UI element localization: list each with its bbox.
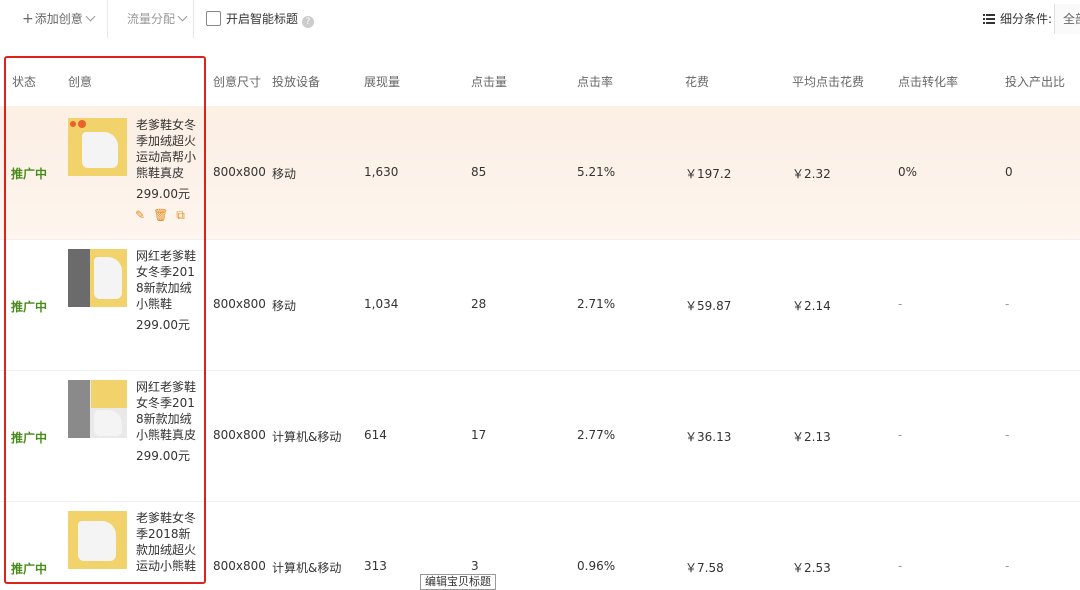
status-badge: 推广中 (11, 562, 48, 576)
preview-icon[interactable]: ⧉ (176, 208, 185, 223)
size-cell: 800x800 (213, 165, 266, 179)
smart-title-checkbox[interactable] (206, 11, 221, 26)
cvr-cell: - (898, 428, 903, 442)
header-device: 投放设备 (272, 75, 321, 89)
ctr-cell: 2.77% (577, 428, 616, 442)
ctr-cell: 0.96% (577, 559, 616, 573)
cvr-cell: - (898, 559, 903, 573)
avg-cpc-cell: ￥2.14 (792, 299, 831, 313)
cost-cell: ￥59.87 (685, 299, 732, 313)
header-cost[interactable]: 花费 (685, 73, 709, 90)
table-header: 状态 创意 创意尺寸 投放设备 展现量 点击量 点击率 花费 平均点击花费 点击… (0, 40, 1080, 106)
status-badge: 推广中 (11, 167, 48, 181)
clicks-cell: 17 (471, 428, 487, 442)
cvr-cell: - (898, 297, 903, 311)
roi-cell: - (1005, 428, 1010, 442)
creative-thumbnail[interactable] (68, 380, 127, 438)
device-cell: 移动 (272, 299, 297, 313)
avg-cpc-cell: ￥2.53 (792, 561, 831, 575)
smart-title-toggle[interactable]: 开启智能标题? (206, 10, 315, 28)
device-cell: 计算机&移动 (272, 430, 342, 444)
creative-thumbnail[interactable] (68, 249, 127, 307)
avg-cpc-cell: ￥2.32 (792, 167, 831, 181)
clicks-cell: 3 (471, 559, 479, 573)
creative-title[interactable]: 老爹鞋女冬季2018新款加绒超火运动小熊鞋 (136, 510, 202, 574)
plus-icon: + (22, 11, 34, 27)
table-row: 推广中 网红老爹鞋女冬季2018新款加绒小熊鞋 299.00元 800x800 … (0, 239, 1080, 371)
size-cell: 800x800 (213, 297, 266, 311)
delete-icon[interactable]: 🗑 (153, 208, 168, 222)
flow-allocation-dropdown[interactable]: 流量分配 (112, 0, 194, 38)
device-cell: 计算机&移动 (272, 561, 342, 575)
size-cell: 800x800 (213, 428, 266, 442)
creative-title[interactable]: 网红老爹鞋女冬季2018新款加绒小熊鞋真皮 (136, 379, 202, 443)
cost-cell: ￥36.13 (685, 430, 732, 444)
size-cell: 800x800 (213, 559, 266, 573)
ctr-cell: 2.71% (577, 297, 616, 311)
toolbar: +添加创意 流量分配 开启智能标题? 细分条件: 全部 (0, 0, 1080, 40)
header-avg-cpc[interactable]: 平均点击花费 (792, 73, 864, 90)
edit-icon[interactable]: ✎ (135, 208, 145, 222)
list-icon (983, 14, 995, 24)
roi-cell: - (1005, 559, 1010, 573)
table-row: 推广中 网红老爹鞋女冬季2018新款加绒小熊鞋真皮 299.00元 800x80… (0, 370, 1080, 502)
help-icon[interactable]: ? (302, 16, 315, 28)
impressions-cell: 1,630 (364, 165, 399, 179)
creative-price: 299.00元 (136, 318, 190, 332)
cost-cell: ￥197.2 (685, 167, 732, 181)
status-badge: 推广中 (11, 300, 48, 314)
chevron-down-icon (177, 11, 188, 22)
creative-actions: ✎ 🗑 ⧉ (135, 208, 193, 222)
header-size: 创意尺寸 (213, 75, 262, 89)
cvr-cell: 0% (898, 165, 918, 179)
chevron-down-icon (85, 11, 96, 22)
segment-select[interactable]: 全部 (1054, 4, 1080, 34)
roi-cell: - (1005, 297, 1010, 311)
impressions-cell: 313 (364, 559, 387, 573)
header-clicks[interactable]: 点击量 (471, 73, 507, 90)
impressions-cell: 614 (364, 428, 387, 442)
table-row: 推广中 老爹鞋女冬季加绒超火运动高帮小熊鞋真皮 299.00元 ✎ 🗑 ⧉ 800x… (0, 106, 1080, 239)
device-cell: 移动 (272, 167, 297, 181)
creative-price: 299.00元 (136, 187, 190, 201)
clicks-cell: 85 (471, 165, 487, 179)
header-cvr[interactable]: 点击转化率 (898, 73, 958, 90)
impressions-cell: 1,034 (364, 297, 399, 311)
status-badge: 推广中 (11, 431, 48, 445)
header-roi[interactable]: 投入产出比 (1005, 73, 1065, 90)
table-row: 推广中 老爹鞋女冬季2018新款加绒超火运动小熊鞋 800x800 计算机&移动… (0, 501, 1080, 587)
creative-price: 299.00元 (136, 449, 190, 463)
creative-title[interactable]: 网红老爹鞋女冬季2018新款加绒小熊鞋 (136, 248, 202, 312)
edit-title-tooltip: 编辑宝贝标题 (420, 574, 496, 590)
roi-cell: 0 (1005, 165, 1013, 179)
add-creative-button[interactable]: +添加创意 (10, 0, 108, 38)
avg-cpc-cell: ￥2.13 (792, 430, 831, 444)
ctr-cell: 5.21% (577, 165, 616, 179)
header-creative: 创意 (68, 75, 93, 89)
clicks-cell: 28 (471, 297, 487, 311)
header-status: 状态 (12, 75, 37, 89)
cost-cell: ￥7.58 (685, 561, 724, 575)
header-ctr[interactable]: 点击率 (577, 73, 613, 90)
creative-thumbnail[interactable] (68, 118, 127, 176)
segment-condition: 细分条件: (983, 10, 1052, 28)
creative-title[interactable]: 老爹鞋女冬季加绒超火运动高帮小熊鞋真皮 (136, 117, 202, 181)
creative-thumbnail[interactable] (68, 511, 127, 569)
header-impressions[interactable]: 展现量 (364, 73, 400, 90)
